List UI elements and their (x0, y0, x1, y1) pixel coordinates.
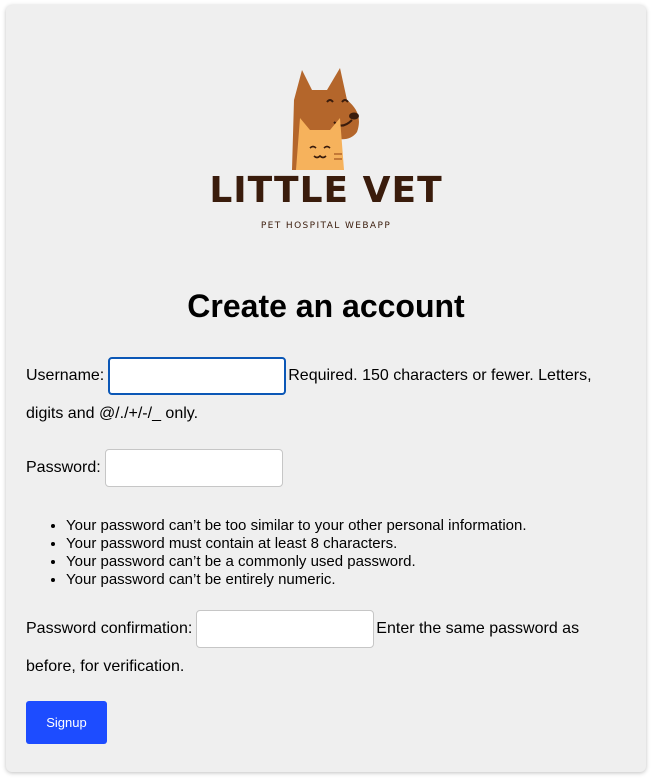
password-rules-list: Your password can’t be too similar to yo… (26, 517, 527, 589)
username-label: Username: (26, 367, 105, 384)
brand-tagline: PET HOSPITAL WEBAPP (260, 221, 392, 231)
password-row: Password: (26, 449, 626, 487)
username-input[interactable] (108, 357, 287, 395)
brand-name: LITTLE VET (209, 170, 443, 211)
password-rule-item: Your password can’t be too similar to yo… (66, 517, 527, 535)
username-row: Username: Required. 150 characters or few… (26, 357, 626, 433)
password-rule-item: Your password can’t be entirely numeric. (66, 571, 527, 589)
brand-logo: LITTLE VET PET HOSPITAL WEBAPP (6, 5, 646, 250)
password-confirmation-label: Password confirmation: (26, 620, 193, 637)
password-confirmation-input[interactable] (196, 610, 375, 648)
page-title: Create an account (187, 288, 465, 324)
password-confirmation-row: Password confirmation: Enter the same pas… (26, 610, 626, 686)
password-label: Password: (26, 459, 101, 476)
password-input[interactable] (104, 449, 283, 487)
signup-card: LITTLE VET PET HOSPITAL WEBAPP Create an… (6, 5, 646, 772)
password-rule-item: Your password can’t be a commonly used p… (66, 553, 527, 571)
pets-logo-icon (292, 68, 359, 170)
signup-button[interactable]: Signup (26, 701, 107, 744)
password-rule-item: Your password must contain at least 8 ch… (66, 535, 527, 553)
